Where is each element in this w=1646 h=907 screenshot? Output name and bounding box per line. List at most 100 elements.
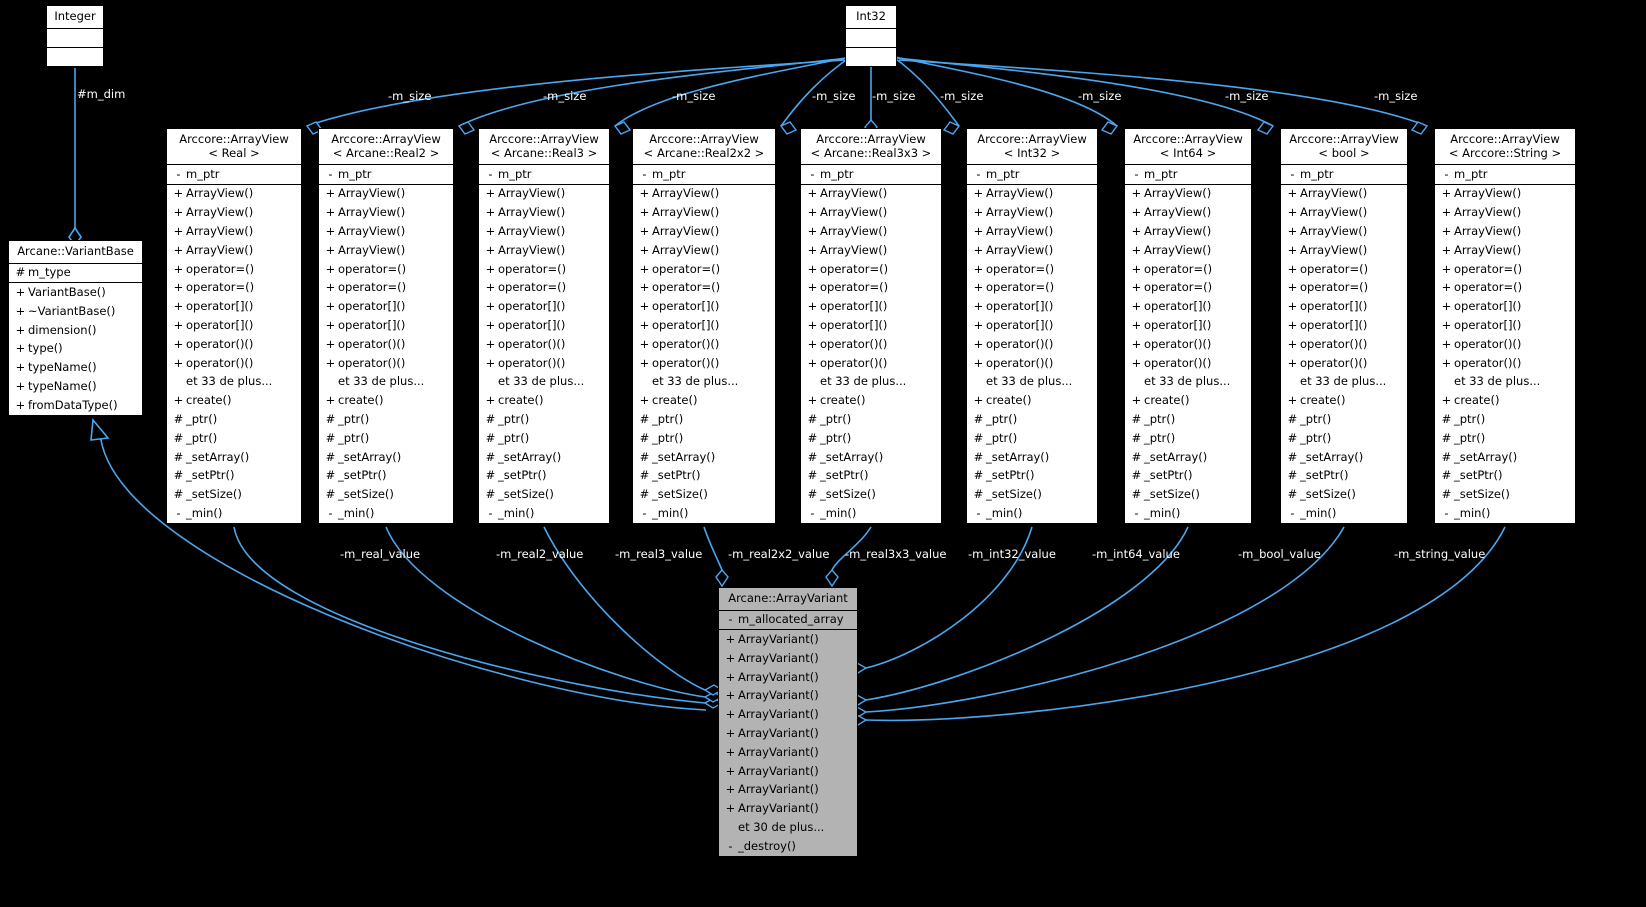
class-box-int32[interactable]: Int32: [845, 5, 897, 67]
class-box-array-view-5[interactable]: Arccore::ArrayView < Int32 > - m_ptr + Array…: [966, 128, 1098, 525]
visibility-marker: +: [485, 393, 496, 408]
operation-row: + operator()(): [1125, 354, 1251, 373]
class-operations: + ArrayView() + ArrayView() + ArrayView() + Arr…: [167, 185, 301, 523]
visibility-marker: +: [325, 186, 336, 201]
operation-row: +et 33 de plus...: [1435, 373, 1575, 392]
member-label: _ptr(): [338, 412, 370, 426]
visibility-marker: +: [725, 744, 736, 759]
member-label: _ptr(): [186, 412, 218, 426]
visibility-marker: +: [173, 205, 184, 220]
operation-row: + operator[](): [967, 298, 1097, 317]
member-label: _setArray(): [338, 449, 402, 464]
member-label: ArrayView(): [186, 186, 254, 201]
visibility-marker: +: [807, 393, 818, 408]
visibility-marker: +: [639, 186, 650, 201]
member-label: m_ptr: [820, 166, 854, 181]
operation-row: + operator()(): [479, 354, 609, 373]
member-label: operator()(): [338, 336, 406, 351]
member-label: _ptr(): [820, 412, 852, 426]
class-attributes: - m_ptr: [1125, 165, 1251, 185]
class-operations-empty: [47, 48, 103, 66]
visibility-marker: #: [1441, 430, 1452, 445]
operation-row: + ArrayView(): [1435, 185, 1575, 204]
member-label: _setPtr(): [498, 468, 547, 483]
member-label: ~VariantBase(): [28, 303, 116, 318]
visibility-marker: +: [639, 318, 650, 333]
member-label: ArrayView(): [498, 242, 566, 257]
edge-label-m-size-6: -m_size: [1078, 89, 1122, 103]
class-box-array-view-7[interactable]: Arccore::ArrayView < bool > - m_ptr + ArrayV…: [1280, 128, 1408, 525]
member-label: operator=(): [1454, 261, 1523, 276]
operation-row: +et 33 de plus...: [319, 373, 453, 392]
operation-row: + ArrayView(): [967, 241, 1097, 260]
visibility-marker: #: [639, 412, 650, 426]
operation-row: + operator[](): [319, 316, 453, 335]
visibility-marker: #: [973, 468, 984, 483]
class-title-array-view: Arccore::ArrayView < Arcane::Real3x3 >: [801, 129, 941, 165]
edge-av3-arrayvariant: [703, 526, 723, 571]
member-label: operator=(): [1144, 280, 1213, 295]
operation-row: # _setSize(): [1125, 486, 1251, 505]
visibility-marker: +: [485, 318, 496, 333]
member-label: et 33 de plus...: [338, 374, 425, 389]
operation-row: # _setArray(): [479, 448, 609, 467]
visibility-marker: +: [725, 725, 736, 740]
operation-row: + create(): [1435, 392, 1575, 411]
visibility-marker: +: [325, 318, 336, 333]
operation-row: - _min(): [319, 504, 453, 523]
class-title-array-view: Arccore::ArrayView < Int32 >: [967, 129, 1097, 165]
visibility-marker: +: [807, 280, 818, 295]
member-label: ArrayView(): [186, 242, 254, 257]
class-box-array-view-3[interactable]: Arccore::ArrayView < Arcane::Real2x2 > - m…: [632, 128, 776, 525]
visibility-marker: +: [807, 336, 818, 351]
operation-row: + create(): [1281, 392, 1407, 411]
member-label: typeName(): [28, 360, 97, 375]
operation-row: +et 33 de plus...: [479, 373, 609, 392]
member-label: ArrayView(): [1144, 186, 1212, 201]
operation-row: - _min(): [801, 504, 941, 523]
class-box-array-view-8[interactable]: Arccore::ArrayView < Arccore::String > - m…: [1434, 128, 1576, 525]
class-box-array-view-6[interactable]: Arccore::ArrayView < Int64 > - m_ptr + Array…: [1124, 128, 1252, 525]
class-box-array-view-0[interactable]: Arccore::ArrayView < Real > - m_ptr + ArrayV…: [166, 128, 302, 525]
member-label: ArrayView(): [820, 205, 888, 220]
operation-row: + ArrayVariant(): [719, 668, 857, 687]
class-attributes: - m_ptr: [319, 165, 453, 185]
member-label: operator()(): [186, 336, 254, 351]
edge-int32-av1: [458, 57, 849, 127]
visibility-marker: +: [725, 631, 736, 646]
operation-row: + create(): [167, 392, 301, 411]
class-box-array-variant[interactable]: Arcane::ArrayVariant - m_allocated_array …: [718, 587, 858, 857]
member-label: _ptr(): [498, 412, 530, 426]
operation-row: + operator=(): [633, 260, 775, 279]
member-label: ArrayView(): [986, 205, 1054, 220]
class-box-variant-base[interactable]: Arcane::VariantBase # m_type + VariantBase…: [8, 240, 143, 416]
class-box-array-view-4[interactable]: Arccore::ArrayView < Arcane::Real3x3 > - m…: [800, 128, 942, 525]
operation-row: + operator()(): [167, 335, 301, 354]
class-box-integer[interactable]: Integer: [46, 5, 104, 67]
visibility-marker: +: [1441, 205, 1452, 220]
operation-row: # _setArray(): [1435, 448, 1575, 467]
member-label: operator[](): [498, 299, 566, 314]
edge-label-m_string_value: -m_string_value: [1394, 547, 1486, 561]
class-title-integer: Integer: [47, 6, 103, 29]
member-label: ArrayVariant(): [738, 688, 819, 703]
operation-row: + operator()(): [633, 335, 775, 354]
visibility-marker: +: [1131, 318, 1142, 333]
visibility-marker: +: [485, 205, 496, 220]
operation-row: + operator[](): [1281, 316, 1407, 335]
member-label: _ptr(): [986, 412, 1018, 426]
operation-row: + ArrayView(): [479, 185, 609, 204]
class-box-array-view-1[interactable]: Arccore::ArrayView < Arcane::Real2 > - m_p…: [318, 128, 454, 525]
class-box-array-view-2[interactable]: Arccore::ArrayView < Arcane::Real3 > - m_p…: [478, 128, 610, 525]
member-label: m_ptr: [338, 166, 372, 181]
visibility-marker: +: [485, 299, 496, 314]
edge-label-m_int32_value: -m_int32_value: [968, 547, 1056, 561]
member-label: ArrayView(): [338, 186, 406, 201]
operation-row: # _setPtr(): [1281, 467, 1407, 486]
visibility-marker: +: [1131, 242, 1142, 257]
operation-row: + operator()(): [633, 354, 775, 373]
visibility-marker: +: [1441, 280, 1452, 295]
visibility-marker: +: [639, 261, 650, 276]
member-label: operator=(): [1300, 261, 1369, 276]
visibility-marker: +: [807, 299, 818, 314]
